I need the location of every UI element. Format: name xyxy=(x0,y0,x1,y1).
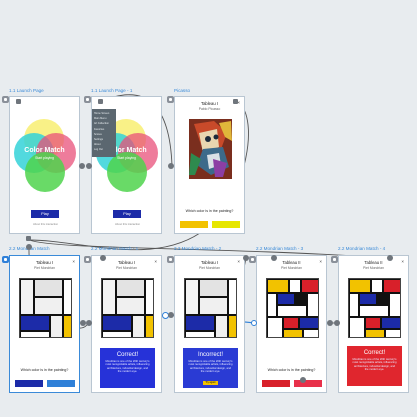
answer-lime-button[interactable] xyxy=(212,221,240,228)
flow-label: Picasso xyxy=(174,88,191,93)
flow-label: 1.1 Launch Page - 1 xyxy=(91,88,133,93)
question-text: Which color is in the painting? xyxy=(185,209,234,213)
frame-launch[interactable]: Color Match Start playing Play About thi… xyxy=(9,96,80,234)
flow-label: 1.1 Launch Page xyxy=(9,88,44,93)
about-link[interactable]: About this interaction xyxy=(115,223,140,226)
connector-port[interactable] xyxy=(79,163,85,169)
feedback-modal: Correct! Mondrian is one of the 20th cen… xyxy=(347,346,402,386)
connector-port[interactable] xyxy=(300,377,306,383)
connector-port[interactable] xyxy=(98,99,103,104)
modal-title: Correct! xyxy=(116,352,139,358)
modal-body: Mondrian is one of the 20th century's mo… xyxy=(105,360,150,373)
connector-port[interactable] xyxy=(168,163,174,169)
frame-mondrian-1[interactable]: Tableau I Piet Mondrian × Correct! Mondr… xyxy=(91,255,162,393)
connector-port-selected[interactable] xyxy=(251,320,257,326)
mondrian-painting-2 xyxy=(266,278,319,338)
screen-title: Tableau I xyxy=(36,260,53,265)
flow-label: 2.2 Mondrian Match - 2 xyxy=(174,246,222,251)
modal-body: Mondrian is one of the 20th century's mo… xyxy=(188,360,233,373)
answer-red-button[interactable] xyxy=(262,380,290,387)
mondrian-painting xyxy=(184,278,237,338)
modal-title: Incorrect! xyxy=(197,352,223,358)
screen-title: Tableau II xyxy=(364,260,383,265)
screen-subtitle: Piet Mondrian xyxy=(116,266,137,270)
frame-handle-selected[interactable] xyxy=(2,256,9,263)
screen-subtitle: Piet Mondrian xyxy=(363,266,384,270)
mondrian-painting xyxy=(19,278,72,338)
screen-title: Tableau II xyxy=(282,260,301,265)
frame-mondrian-3[interactable]: Tableau II Piet Mondrian × Which color i… xyxy=(256,255,327,393)
connector-port[interactable] xyxy=(26,236,31,241)
frame-mondrian-2[interactable]: Tableau I Piet Mondrian × Incorrect! Mon… xyxy=(174,255,245,393)
connector-port[interactable] xyxy=(271,255,277,261)
frame-handle[interactable] xyxy=(84,96,91,103)
flow-label: 2.2 Mondrian Match - 4 xyxy=(338,246,386,251)
screen-subtitle: Piet Mondrian xyxy=(281,266,302,270)
title-bar: Tableau I Piet Mondrian × xyxy=(175,256,244,276)
close-icon[interactable]: × xyxy=(319,259,322,264)
connector-port[interactable] xyxy=(86,163,92,169)
connector-port[interactable] xyxy=(327,320,333,326)
connector-port[interactable] xyxy=(387,255,393,261)
frame-handle[interactable] xyxy=(249,256,256,263)
app-subtitle: Start playing xyxy=(35,156,54,160)
frame-handle[interactable] xyxy=(167,96,174,103)
frame-handle[interactable] xyxy=(2,96,9,103)
try-again-button[interactable]: Try again xyxy=(203,381,218,385)
frame-launch-1[interactable]: Color Match Start playing Home Screen Ma… xyxy=(91,96,162,234)
screen-title: Tableau I xyxy=(201,260,218,265)
screen-subtitle: Piet Mondrian xyxy=(34,266,55,270)
frame-mondrian-4[interactable]: Tableau II Piet Mondrian × Correct! Mond… xyxy=(338,255,409,393)
prototype-canvas: 1.1 Launch Page 1.1 Launch Page - 1 Pica… xyxy=(0,0,417,417)
answer-light-blue-button[interactable] xyxy=(47,380,75,387)
flow-label: 2.2 Mondrian Match - 3 xyxy=(256,246,304,251)
question-text: Which color is in the painting? xyxy=(267,368,316,372)
modal-body: Mondrian is one of the 20th century's mo… xyxy=(352,358,397,371)
play-button[interactable]: Play xyxy=(113,210,141,218)
menu-item[interactable]: Log Out xyxy=(94,147,114,152)
picasso-painting xyxy=(189,119,232,179)
connector-port[interactable] xyxy=(86,320,92,326)
frame-handle[interactable] xyxy=(167,256,174,263)
feedback-modal: Incorrect! Mondrian is one of the 20th c… xyxy=(183,348,238,388)
app-title: Color Match xyxy=(24,147,65,154)
play-button[interactable]: Play xyxy=(31,210,59,218)
answer-yellow-button[interactable] xyxy=(180,221,208,228)
screen-subtitle: Pablo Picasso xyxy=(198,107,221,111)
mondrian-painting-2 xyxy=(348,278,401,338)
question-text: Which color is in the painting? xyxy=(20,368,69,372)
frame-handle[interactable] xyxy=(84,256,91,263)
mondrian-painting xyxy=(101,278,154,338)
connector-port[interactable] xyxy=(100,255,106,261)
frame-mondrian[interactable]: Tableau I Piet Mondrian × Which color is… xyxy=(9,255,80,393)
screen-subtitle: Piet Mondrian xyxy=(199,266,220,270)
side-menu[interactable]: Home Screen Main Menu Art Collection Fav… xyxy=(92,109,116,157)
connector-port[interactable] xyxy=(233,99,238,104)
frame-handle[interactable] xyxy=(331,256,338,263)
about-link[interactable]: About this interaction xyxy=(33,223,58,226)
close-icon[interactable]: × xyxy=(237,259,240,264)
connector-port[interactable] xyxy=(334,320,340,326)
close-icon[interactable]: × xyxy=(72,259,75,264)
flow-label: 2.2 Mondrian Match - 1 xyxy=(91,246,139,251)
title-bar: Tableau II Piet Mondrian × xyxy=(257,256,326,276)
connector-port[interactable] xyxy=(168,312,174,318)
answer-pink-button[interactable] xyxy=(294,380,322,387)
connector-port[interactable] xyxy=(26,244,32,250)
feedback-modal: Correct! Mondrian is one of the 20th cen… xyxy=(100,348,155,388)
answer-blue-button[interactable] xyxy=(15,380,43,387)
connector-port[interactable] xyxy=(243,255,249,261)
connector-port[interactable] xyxy=(16,99,21,104)
modal-title: Correct! xyxy=(363,350,386,356)
title-bar: Tableau I Piet Mondrian × xyxy=(10,256,79,276)
close-icon[interactable]: × xyxy=(401,259,404,264)
close-icon[interactable]: × xyxy=(154,259,157,264)
title-bar: Tableau II Piet Mondrian × xyxy=(339,256,408,276)
frame-picasso[interactable]: Tableau I Pablo Picasso × Which color is… xyxy=(174,96,245,234)
